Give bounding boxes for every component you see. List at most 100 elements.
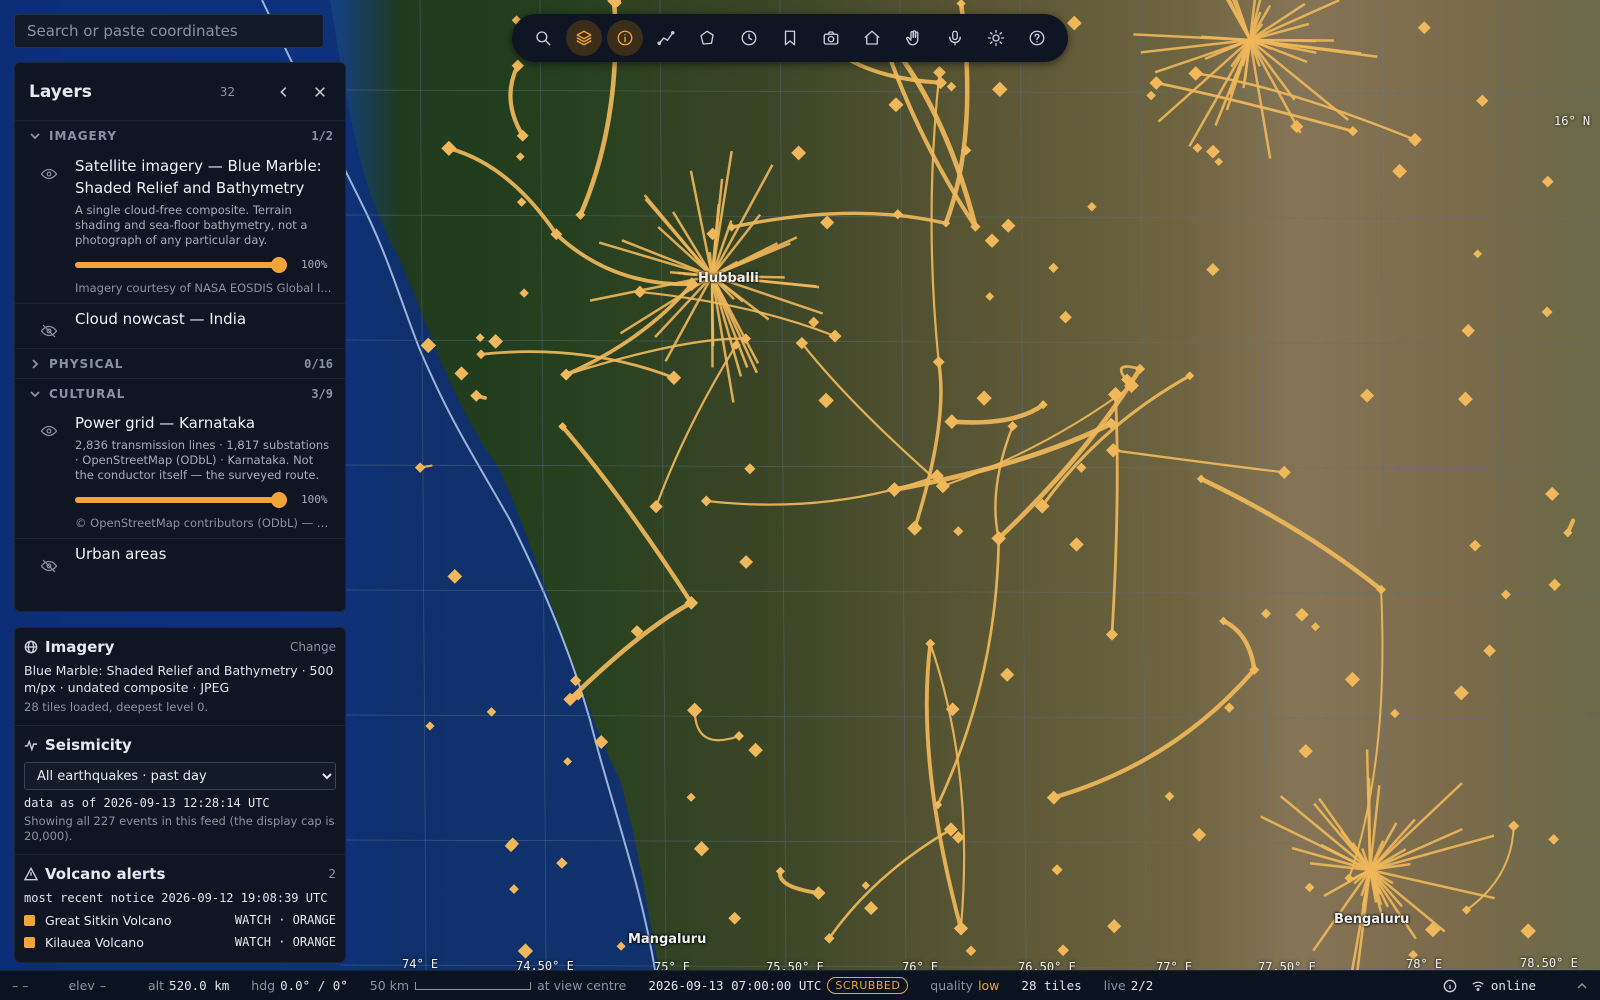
transmission-line: [1365, 749, 1372, 871]
longitude-label: 77.50° E: [1258, 960, 1316, 970]
layer-name: Cloud nowcast — India: [75, 310, 247, 328]
substation-marker: [888, 97, 904, 113]
volcano-status: WATCH · ORANGE: [234, 913, 336, 927]
seismicity-note: Showing all 227 events in this feed (the…: [24, 814, 335, 843]
voice-button[interactable]: [937, 20, 973, 56]
layers-icon: [576, 30, 592, 46]
substation-marker: [907, 520, 923, 536]
search-input[interactable]: [14, 14, 324, 48]
time-button[interactable]: [731, 20, 767, 56]
help-button[interactable]: [1019, 20, 1055, 56]
volcano-item[interactable]: Kilauea Volcano WATCH · ORANGE: [24, 931, 336, 953]
time-value[interactable]: 2026-09-13 07:00:00 UTC: [648, 978, 821, 993]
substation-marker: [748, 742, 763, 758]
layer-power-grid[interactable]: Power grid — Karnataka 2,836 transmissio…: [15, 408, 345, 538]
info-button[interactable]: [607, 20, 644, 56]
substation-marker: [488, 334, 503, 349]
transmission-line: [951, 402, 1045, 425]
clock-icon: [741, 30, 757, 46]
layer-urban-areas[interactable]: Urban areas: [15, 538, 345, 577]
layers-button[interactable]: [565, 20, 602, 56]
substation-marker: [1453, 685, 1469, 701]
layer-satellite-imagery[interactable]: Satellite imagery — Blue Marble: Shaded …: [15, 151, 345, 303]
substation-marker: [934, 76, 947, 90]
screenshot-button[interactable]: [813, 20, 849, 56]
altitude-value: 520.0 km: [169, 978, 230, 993]
city-label-hubballi: Hubballi: [698, 271, 759, 286]
substation-marker: [1069, 537, 1084, 552]
collapse-panel-button[interactable]: [273, 81, 295, 103]
group-physical[interactable]: PHYSICAL 0/16: [15, 348, 345, 378]
substation-marker: [956, 0, 966, 9]
pan-button[interactable]: [896, 20, 932, 56]
eye-off-icon: [40, 559, 58, 573]
substation-marker: [933, 66, 946, 79]
transmission-line: [560, 425, 694, 604]
layer-name: Power grid — Karnataka: [75, 414, 256, 432]
measure-button[interactable]: [648, 20, 684, 56]
city-label-mangaluru: Mangaluru: [628, 932, 707, 947]
change-imagery-link[interactable]: Change: [290, 640, 336, 654]
substation-marker: [976, 390, 992, 406]
volcano-name: Kilauea Volcano: [45, 934, 144, 950]
info-icon: [617, 30, 633, 46]
substation-marker: [511, 59, 524, 72]
volcano-item[interactable]: Great Sitkin Volcano WATCH · ORANGE: [24, 909, 336, 931]
close-panel-button[interactable]: [309, 81, 331, 103]
info-icon[interactable]: [1443, 979, 1457, 993]
group-count: 0/16: [304, 356, 333, 371]
substation-marker: [1545, 486, 1560, 501]
substation-marker: [693, 841, 710, 857]
visibility-toggle[interactable]: [40, 422, 58, 440]
microphone-icon: [948, 30, 961, 46]
longitude-label: 77° E: [1156, 960, 1193, 970]
quality-value[interactable]: low: [978, 978, 999, 993]
lighting-button[interactable]: [978, 20, 1014, 56]
transmission-line: [936, 538, 1001, 806]
polygon-icon: [700, 30, 715, 45]
visibility-toggle[interactable]: [40, 557, 58, 575]
substation-marker: [965, 945, 977, 957]
substation-marker: [1417, 21, 1431, 35]
home-button[interactable]: [854, 20, 890, 56]
substation-marker: [1192, 142, 1203, 153]
visibility-toggle[interactable]: [40, 165, 58, 183]
substation-marker: [734, 731, 744, 741]
camera-icon: [823, 31, 839, 45]
transmission-line: [1222, 619, 1257, 671]
earthquake-feed-select[interactable]: All earthquakes · past day: [24, 762, 336, 790]
volcano-status: WATCH · ORANGE: [234, 935, 336, 949]
substation-marker: [728, 911, 742, 925]
volcano-notice: most recent notice 2026-09-12 19:08:39 U…: [24, 891, 328, 905]
seismicity-section: Seismicity All earthquakes · past day da…: [15, 726, 345, 855]
transmission-line: [1368, 869, 1417, 940]
substation-marker: [1461, 323, 1475, 338]
substation-marker: [1048, 262, 1059, 273]
bookmark-button[interactable]: [772, 20, 808, 56]
substation-marker: [886, 482, 902, 497]
substation-marker: [1541, 306, 1553, 318]
group-cultural[interactable]: CULTURAL 3/9: [15, 378, 345, 408]
opacity-slider[interactable]: [75, 491, 287, 508]
substation-marker: [818, 392, 834, 409]
polygon-button[interactable]: [689, 20, 725, 56]
section-title: Imagery: [45, 638, 115, 656]
visibility-toggle[interactable]: [40, 322, 58, 340]
chevron-up-icon[interactable]: [1576, 980, 1588, 992]
layer-cloud-nowcast[interactable]: Cloud nowcast — India: [15, 303, 345, 348]
imagery-description: Blue Marble: Shaded Relief and Bathymetr…: [24, 663, 334, 695]
substation-marker: [1344, 671, 1361, 688]
substation-marker: [1164, 791, 1175, 802]
substation-marker: [476, 349, 486, 360]
graticule-line: [899, 0, 907, 970]
live-value: 2/2: [1130, 978, 1154, 993]
substation-marker: [992, 81, 1008, 98]
search-button[interactable]: [525, 20, 561, 56]
close-icon: [315, 86, 325, 97]
substation-marker: [1520, 923, 1536, 939]
substation-marker: [475, 333, 485, 343]
substation-marker: [1224, 702, 1235, 713]
group-imagery[interactable]: IMAGERY 1/2: [15, 121, 345, 151]
opacity-slider[interactable]: [75, 256, 287, 273]
substation-marker: [1057, 944, 1069, 957]
